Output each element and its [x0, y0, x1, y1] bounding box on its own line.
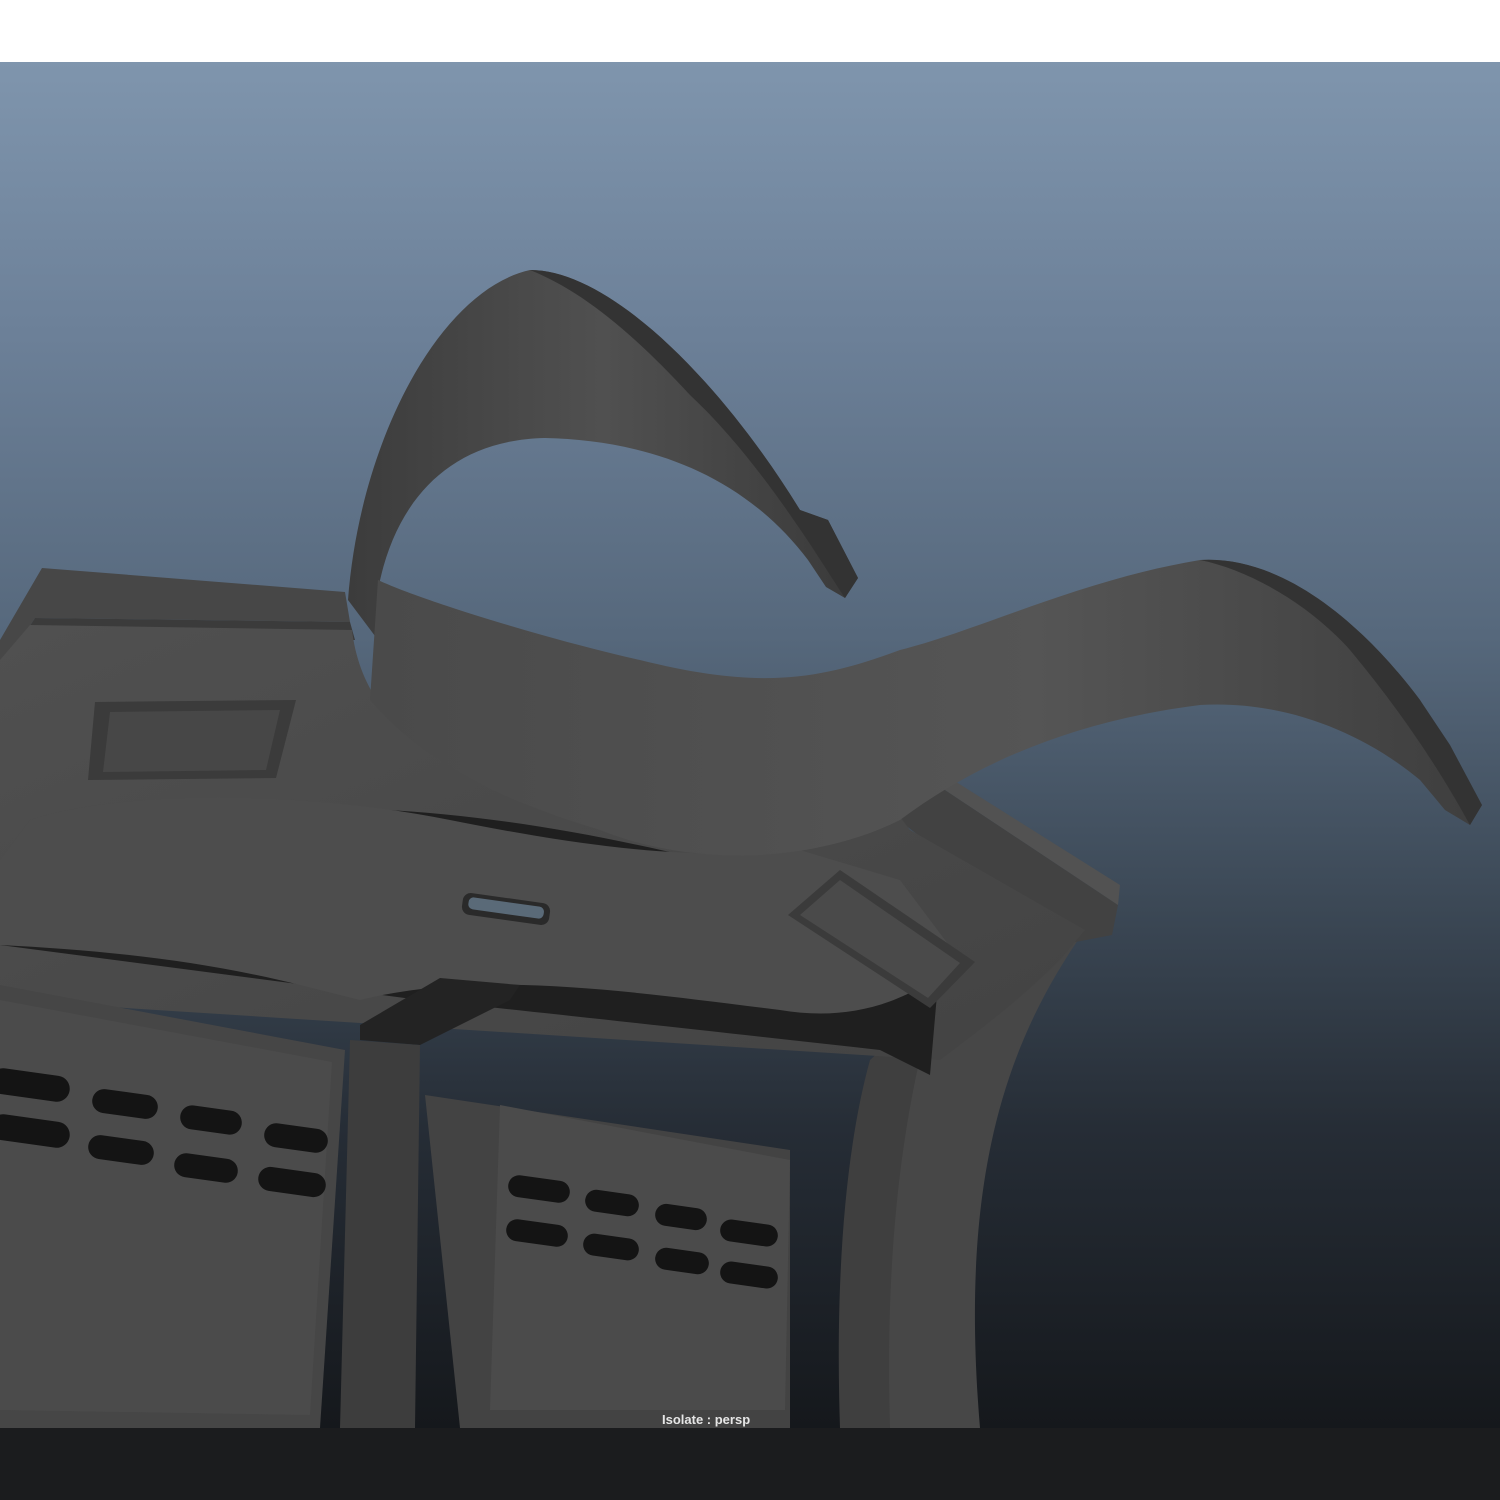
bottom-status-bar [0, 1428, 1500, 1500]
maya-viewport-window: Isolate : persp [0, 0, 1500, 1500]
3d-viewport[interactable]: Isolate : persp [0, 62, 1500, 1428]
top-border [0, 0, 1500, 62]
3d-model-render [0, 270, 1482, 1428]
left-arch [348, 270, 858, 640]
isolate-camera-label: Isolate : persp [662, 1412, 751, 1427]
